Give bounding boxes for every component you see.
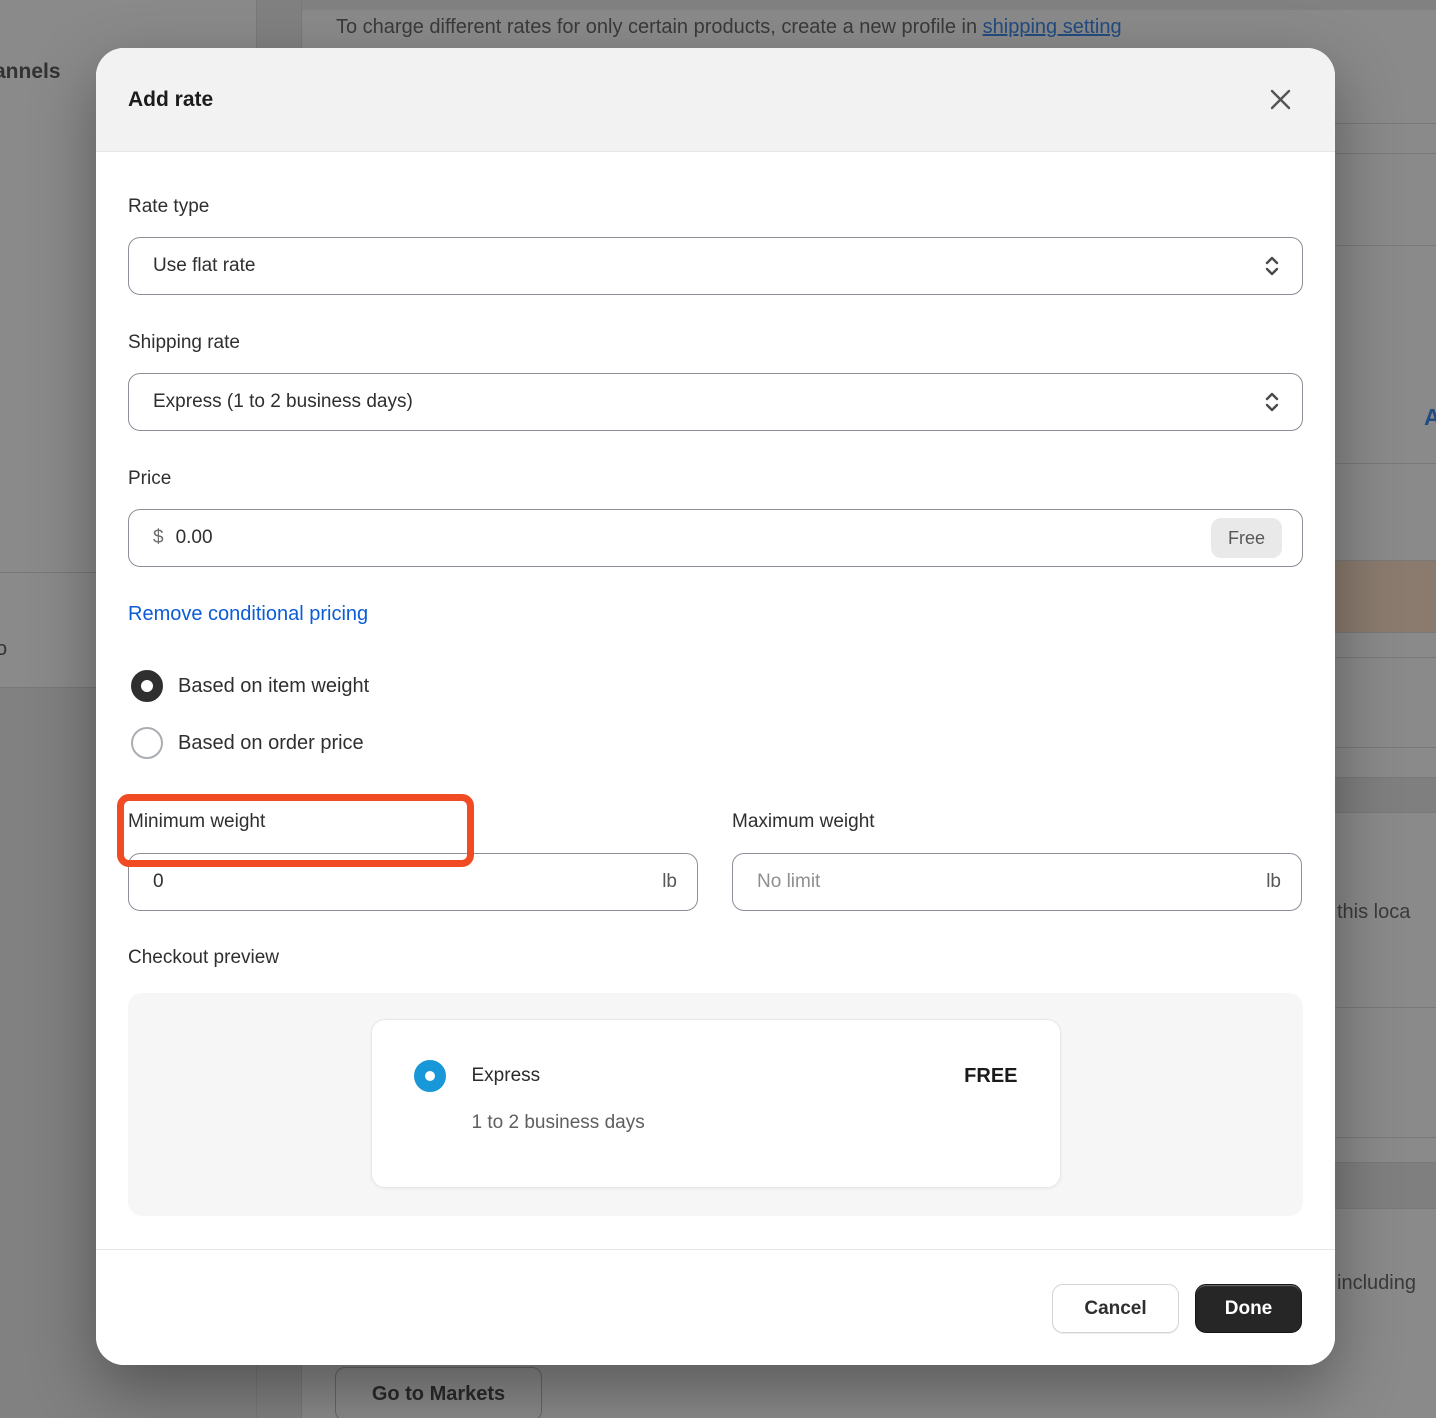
price-input[interactable]: $ 0.00 Free xyxy=(128,509,1303,567)
shipping-option-name: Express xyxy=(471,1065,541,1086)
modal-body: Rate type Use flat rate Shipping rate Ex… xyxy=(96,195,1335,1216)
checkout-preview-label: Checkout preview xyxy=(128,947,280,968)
radio-label: Based on order price xyxy=(178,731,364,754)
maximum-weight-input[interactable]: No limit lb xyxy=(732,853,1302,911)
remove-conditional-pricing-link[interactable]: Remove conditional pricing xyxy=(128,602,368,626)
maximum-weight-label: Maximum weight xyxy=(732,811,875,832)
screen: annels o To charge different rates for o… xyxy=(0,0,1436,1418)
shipping-option-card: Express FREE 1 to 2 business days xyxy=(370,1019,1061,1188)
minimum-weight-label: Minimum weight xyxy=(128,811,266,832)
chevron-updown-icon xyxy=(1265,392,1279,412)
rate-type-label: Rate type xyxy=(128,196,210,217)
price-label: Price xyxy=(128,468,172,489)
minimum-weight-input[interactable]: 0 lb xyxy=(128,853,698,911)
close-icon xyxy=(1270,89,1290,110)
shipping-rate-value: Express (1 to 2 business days) xyxy=(153,391,413,412)
currency-prefix: $ xyxy=(153,527,164,548)
checkout-preview-panel: Express FREE 1 to 2 business days xyxy=(128,993,1303,1216)
maximum-weight-unit: lb xyxy=(1266,871,1281,892)
shipping-option-price: FREE xyxy=(964,1064,1018,1087)
modal-header: Add rate xyxy=(96,48,1335,152)
modal-footer: Cancel Done xyxy=(96,1249,1335,1365)
close-button[interactable] xyxy=(1263,83,1297,117)
checkout-radio-selected-icon xyxy=(413,1060,446,1092)
radio-unselected-icon[interactable] xyxy=(131,727,163,759)
chevron-updown-icon xyxy=(1265,256,1279,276)
done-button[interactable]: Done xyxy=(1195,1284,1302,1333)
free-badge: Free xyxy=(1210,518,1282,558)
modal-title: Add rate xyxy=(128,87,214,111)
cancel-button[interactable]: Cancel xyxy=(1052,1284,1179,1333)
radio-based-on-order-price[interactable]: Based on order price xyxy=(128,721,1303,765)
radio-selected-icon[interactable] xyxy=(131,670,163,702)
price-value: 0.00 xyxy=(175,527,213,548)
shipping-rate-select[interactable]: Express (1 to 2 business days) xyxy=(128,373,1303,431)
shipping-option-description: 1 to 2 business days xyxy=(471,1112,645,1133)
rate-type-value: Use flat rate xyxy=(153,255,256,276)
rate-type-select[interactable]: Use flat rate xyxy=(128,237,1303,295)
add-rate-modal: Add rate Rate type Use flat rate Shippin… xyxy=(96,48,1335,1365)
maximum-weight-placeholder: No limit xyxy=(757,871,821,892)
shipping-rate-label: Shipping rate xyxy=(128,332,240,353)
radio-label: Based on item weight xyxy=(178,674,370,697)
radio-based-on-item-weight[interactable]: Based on item weight xyxy=(128,660,1303,712)
minimum-weight-unit: lb xyxy=(662,871,677,892)
minimum-weight-value: 0 xyxy=(153,871,164,892)
